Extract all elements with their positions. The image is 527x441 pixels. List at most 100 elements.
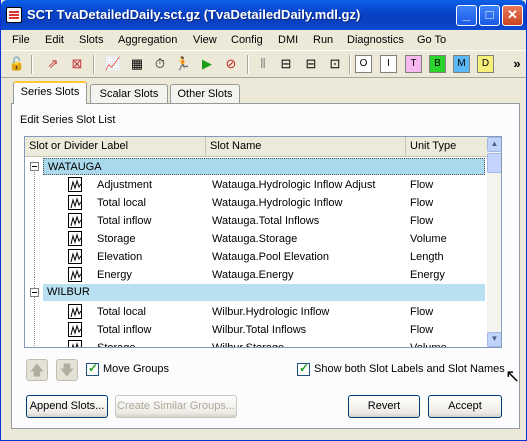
close-button[interactable]: ✕ bbox=[502, 5, 523, 26]
scroll-down-icon[interactable]: ▼ bbox=[487, 332, 501, 347]
move-groups-label: Move Groups bbox=[103, 363, 170, 375]
checkbox-box[interactable] bbox=[297, 361, 310, 376]
vertical-scrollbar[interactable]: ▲ ▼ bbox=[487, 137, 501, 347]
menu-file[interactable]: File bbox=[12, 34, 30, 46]
move-up-button[interactable]: 🡅 bbox=[26, 359, 48, 381]
menu-aggregation[interactable]: Aggregation bbox=[118, 34, 177, 46]
color-t-button[interactable]: T bbox=[405, 55, 422, 73]
row-label: Total local bbox=[97, 306, 146, 318]
menu-diagnostics[interactable]: Diagnostics bbox=[347, 34, 404, 46]
row-slot-name: Watauga.Hydrologic Inflow bbox=[212, 197, 343, 209]
revert-button[interactable]: Revert bbox=[348, 395, 420, 418]
row-slot-name: Wilbur.Hydrologic Inflow bbox=[212, 306, 330, 318]
mouse-cursor-icon: ↖ bbox=[505, 366, 521, 386]
timer-icon[interactable]: ⏱ bbox=[150, 54, 170, 74]
accept-button[interactable]: Accept bbox=[428, 395, 502, 418]
table-row[interactable]: Total local Watauga.Hydrologic Inflow Fl… bbox=[25, 194, 487, 212]
series-slot-icon bbox=[68, 267, 82, 282]
row-label: Storage bbox=[97, 233, 136, 245]
group-row-wilbur[interactable]: WILBUR bbox=[25, 284, 487, 302]
color-o-button[interactable]: O bbox=[355, 55, 372, 73]
toolbar-separator bbox=[31, 55, 33, 74]
show-both-label: Show both Slot Labels and Slot Names bbox=[314, 363, 505, 375]
series-slot-icon bbox=[68, 177, 82, 192]
minimize-button[interactable]: _ bbox=[456, 5, 477, 26]
tab-other-slots[interactable]: Other Slots bbox=[170, 84, 240, 104]
column-header-slot-name[interactable]: Slot Name bbox=[206, 137, 406, 157]
slot-table[interactable]: Slot or Divider Label Slot Name Unit Typ… bbox=[24, 136, 502, 348]
series-slots-panel: Edit Series Slot List Slot or Divider La… bbox=[11, 103, 520, 429]
table-row[interactable]: Storage Watauga.Storage Volume bbox=[25, 230, 487, 248]
checkbox-box[interactable] bbox=[86, 361, 99, 376]
menu-edit[interactable]: Edit bbox=[45, 34, 64, 46]
fit-icon[interactable]: ⊡ bbox=[325, 54, 345, 74]
plot-icon[interactable]: 📈 bbox=[103, 54, 123, 74]
table-row[interactable]: Adjustment Watauga.Hydrologic Inflow Adj… bbox=[25, 176, 487, 194]
row-unit-type: Flow bbox=[410, 197, 434, 209]
table-row[interactable]: Elevation Watauga.Pool Elevation Length bbox=[25, 248, 487, 266]
color-b-button[interactable]: B bbox=[429, 55, 446, 73]
series-slot-icon bbox=[68, 213, 82, 228]
maximize-button[interactable]: □ bbox=[479, 5, 500, 26]
row-height-icon[interactable]: ⊟ bbox=[301, 54, 321, 74]
table-row[interactable]: Storage Wilbur.Storage Volume bbox=[25, 339, 487, 348]
chart-icon[interactable]: ▦ bbox=[127, 54, 147, 74]
stop-icon[interactable]: ⊘ bbox=[221, 54, 241, 74]
row-unit-type: Flow bbox=[410, 215, 434, 227]
move-down-button[interactable]: 🡇 bbox=[56, 359, 78, 381]
row-slot-name: Watauga.Storage bbox=[212, 233, 298, 245]
series-slot-icon bbox=[68, 340, 82, 347]
tab-scalar-slots[interactable]: Scalar Slots bbox=[90, 84, 168, 104]
toolbar-separator bbox=[93, 55, 95, 74]
collapse-icon[interactable] bbox=[30, 288, 39, 297]
create-similar-groups-button[interactable]: Create Similar Groups... bbox=[115, 395, 237, 418]
row-slot-name: Watauga.Total Inflows bbox=[212, 215, 320, 227]
table-row[interactable]: Total inflow Watauga.Total Inflows Flow bbox=[25, 212, 487, 230]
row-label: Total local bbox=[97, 197, 146, 209]
remove-slot-icon[interactable]: ⊠ bbox=[67, 54, 87, 74]
lock-icon[interactable]: 🔓 bbox=[7, 54, 27, 74]
row-slot-name: Wilbur.Total Inflows bbox=[212, 324, 307, 336]
color-i-button[interactable]: I bbox=[380, 55, 397, 73]
color-m-button[interactable]: M bbox=[453, 55, 470, 73]
color-d-button[interactable]: D bbox=[477, 55, 494, 73]
series-slot-icon bbox=[68, 231, 82, 246]
toolbar-separator bbox=[349, 55, 351, 74]
row-unit-type: Length bbox=[410, 251, 444, 263]
scroll-up-icon[interactable]: ▲ bbox=[487, 137, 501, 152]
runner-icon[interactable]: 🏃 bbox=[173, 54, 193, 74]
series-slot-icon bbox=[68, 249, 82, 264]
append-slots-button[interactable]: Append Slots... bbox=[26, 395, 108, 418]
collapse-icon[interactable] bbox=[30, 162, 39, 171]
row-slot-name: Watauga.Energy bbox=[212, 269, 294, 281]
grip-icon[interactable]: ⦀ bbox=[253, 54, 273, 74]
row-label: Elevation bbox=[97, 251, 143, 263]
table-row[interactable]: Total inflow Wilbur.Total Inflows Flow bbox=[25, 321, 487, 339]
row-unit-type: Flow bbox=[410, 324, 434, 336]
table-row[interactable]: Total local Wilbur.Hydrologic Inflow Flo… bbox=[25, 303, 487, 321]
menu-goto[interactable]: Go To bbox=[417, 34, 446, 46]
menu-view[interactable]: View bbox=[193, 34, 217, 46]
scroll-thumb[interactable] bbox=[487, 153, 501, 173]
column-width-icon[interactable]: ⊟ bbox=[276, 54, 296, 74]
tab-series-slots[interactable]: Series Slots bbox=[13, 81, 87, 104]
run-icon[interactable]: ▶ bbox=[197, 54, 217, 74]
column-header-unit-type[interactable]: Unit Type bbox=[406, 137, 487, 157]
row-unit-type: Flow bbox=[410, 306, 434, 318]
toolbar-overflow-button[interactable]: » bbox=[507, 54, 527, 74]
menu-dmi[interactable]: DMI bbox=[278, 34, 298, 46]
group-label: WATAUGA bbox=[43, 158, 485, 175]
table-row[interactable]: Energy Watauga.Energy Energy bbox=[25, 266, 487, 284]
menu-run[interactable]: Run bbox=[313, 34, 333, 46]
add-slot-icon[interactable]: ⇗ bbox=[43, 54, 63, 74]
row-slot-name: Watauga.Pool Elevation bbox=[212, 251, 329, 263]
title-bar[interactable]: SCT TvaDetailedDaily.sct.gz (TvaDetailed… bbox=[1, 0, 526, 30]
row-unit-type: Flow bbox=[410, 179, 434, 191]
panel-title: Edit Series Slot List bbox=[20, 114, 116, 126]
menu-config[interactable]: Config bbox=[231, 34, 263, 46]
column-header-label[interactable]: Slot or Divider Label bbox=[25, 137, 206, 157]
menu-slots[interactable]: Slots bbox=[79, 34, 103, 46]
row-unit-type: Volume bbox=[410, 342, 447, 348]
group-row-watauga[interactable]: WATAUGA bbox=[25, 158, 487, 176]
series-slot-icon bbox=[68, 322, 82, 337]
